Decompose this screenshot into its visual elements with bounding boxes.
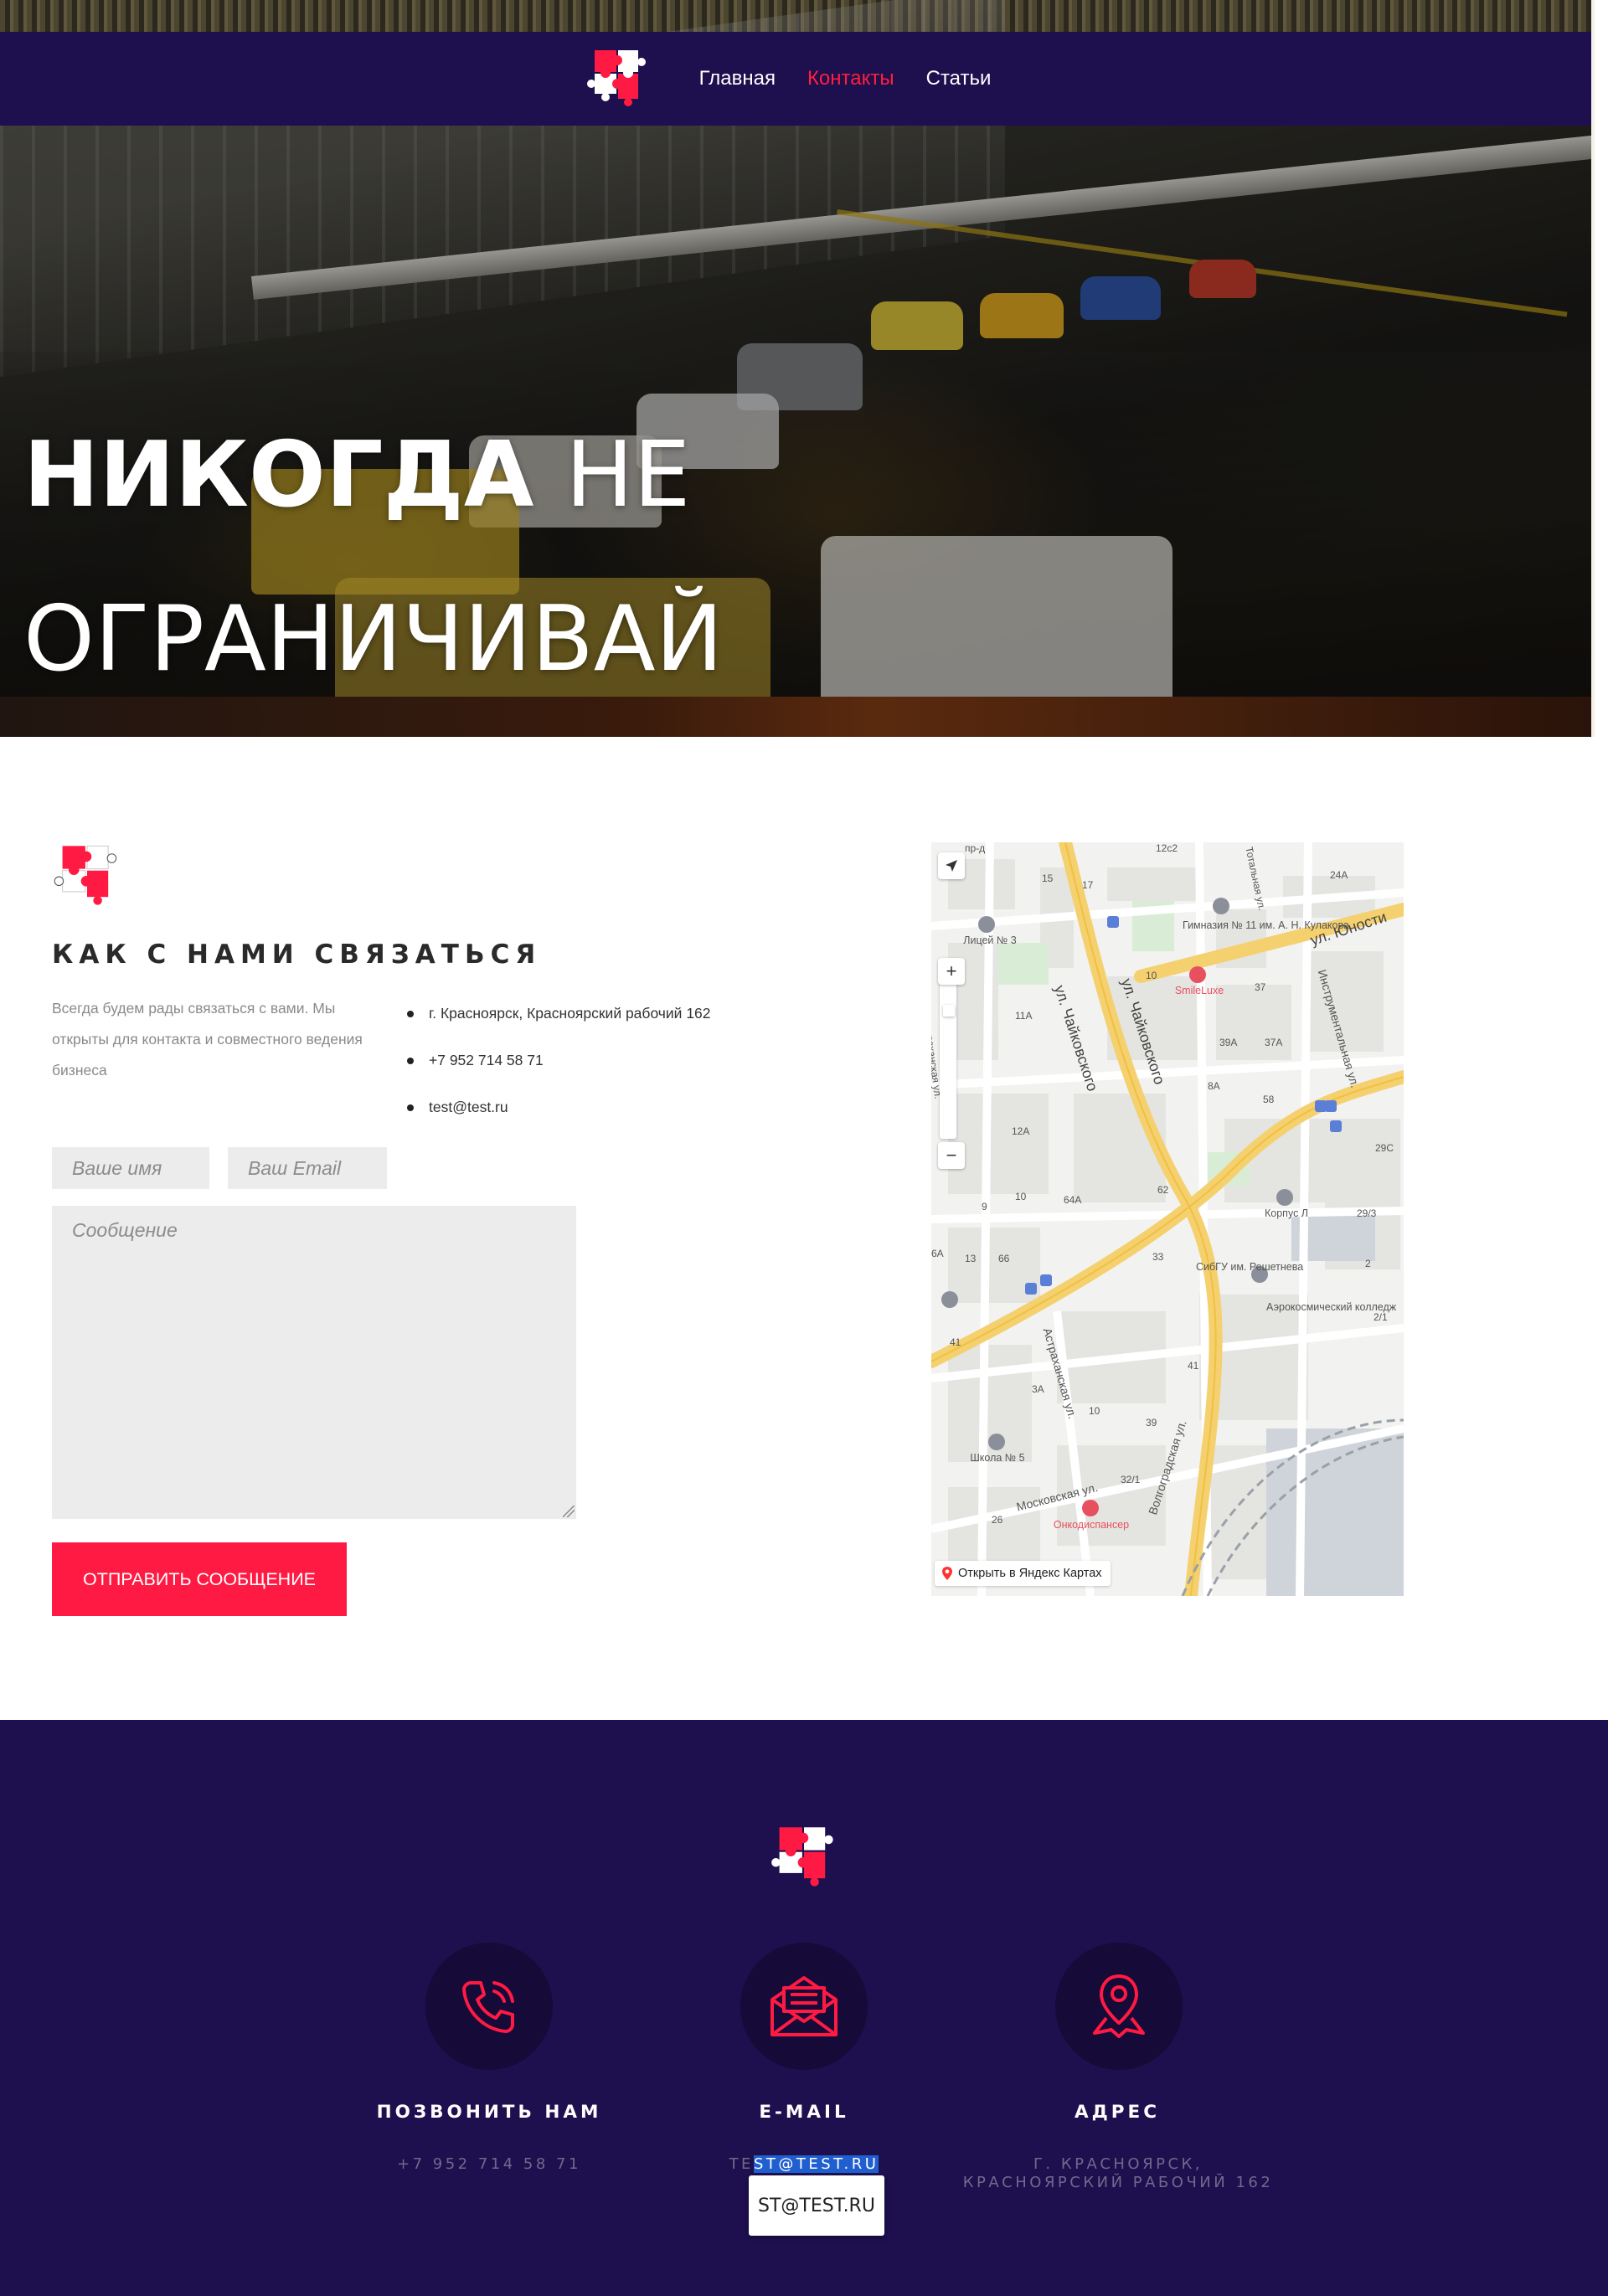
map-house-number: 3А [1032,1383,1044,1395]
map-zoom-handle[interactable] [943,1005,955,1017]
map-poi[interactable]: SmileLuxe [1169,985,1229,997]
puzzle-logo [54,845,117,905]
footer-address-line2: КРАСНОЯРСКИЙ РАБОЧИЙ 162 [962,2174,1274,2191]
contact-heading: КАК С НАМИ СВЯЗАТЬСЯ [52,940,542,970]
location-pin-icon [1093,1974,1145,2038]
map-house-number: 32/1 [1121,1474,1141,1485]
map-house-number: 37А [1265,1037,1283,1048]
contact-email[interactable]: test@test.ru [407,1099,711,1145]
map-house-number: 39 [1146,1417,1157,1429]
map-poi[interactable]: Гимназия № 11 им. А. Н. Кулакова [1183,919,1349,932]
map-poi[interactable]: СибГУ им. Решетнева [1196,1261,1303,1274]
map-house-number: 17 [1082,879,1094,891]
map-poi[interactable]: Лицей № 3 [956,934,1023,947]
map-house-number: 66 [998,1253,1010,1264]
map-locate-button[interactable] [938,852,965,879]
open-yandex-maps-label: Открыть в Яндекс Картах [958,1567,1102,1580]
footer-call-title: ПОЗВОНИТЬ НАМ [376,2102,602,2123]
map-house-number: 6А [931,1248,944,1259]
map-pin-icon [942,1567,952,1580]
name-input[interactable] [52,1147,209,1189]
phone-icon [462,1981,514,2033]
send-message-button[interactable]: Отправить сообщение [52,1542,347,1616]
hero-title-bold: НИКОГДА [23,423,534,528]
contact-phone: +7 952 714 58 71 [407,1052,711,1099]
footer-email-value[interactable]: TEST@TEST.RU [687,2155,921,2174]
map-house-number: 2/1 [1374,1311,1388,1323]
map-house-number: 2 [1365,1258,1371,1269]
footer-email-value-start: TE [729,2155,754,2173]
map-house-number: 9 [982,1201,987,1212]
contact-intro: Всегда будем рады связаться с вами. Мы о… [52,1000,363,1079]
hero-title-line2: ОГРАНИЧИВАЙ [23,587,724,692]
map-house-number: 10 [1089,1405,1100,1417]
map-zoom-in-button[interactable]: + [938,958,965,985]
map-house-number: 12с2 [1156,842,1178,854]
footer-email-value-selected: ST@TEST.RU [753,2155,879,2173]
hero-title-rest: НЕ [565,423,691,528]
map-house-number: 26 [992,1514,1003,1526]
yandex-map[interactable]: ул. Чайковского ул. Чайковского ул. Юнос… [931,842,1404,1596]
message-textarea[interactable] [52,1206,576,1519]
mail-icon-circle[interactable] [740,1943,868,2070]
plus-icon: + [946,960,957,981]
map-zoom-slider[interactable] [940,973,956,1139]
mail-icon [770,1976,838,2036]
map-house-number: 29С [1375,1142,1394,1154]
footer-address-title: АДРЕС [1074,2102,1160,2123]
map-house-number: 13 [965,1253,977,1264]
map-house-number: 62 [1157,1184,1169,1196]
footer-email-title: E-MAIL [759,2102,849,2123]
nav-link-articles[interactable]: Статьи [926,67,992,90]
map-house-number: 15 [1042,873,1054,884]
contact-address: г. Красноярск, Красноярский рабочий 162 [407,1005,711,1052]
map-house-number: 29/3 [1357,1207,1377,1219]
map-house-number: 58 [1263,1094,1275,1105]
map-house-number: 33 [1152,1251,1164,1263]
main-navbar: Главная Контакты Статьи [0,32,1591,126]
map-poi[interactable]: Онкодиспансер [1045,1519,1137,1532]
map-zoom-out-button[interactable]: − [938,1142,965,1169]
map-house-number: 37 [1255,981,1266,993]
map-poi[interactable]: Корпус Л [1255,1207,1318,1220]
open-yandex-maps-link[interactable]: Открыть в Яндекс Картах [935,1561,1111,1586]
map-house-number: 41 [1188,1360,1199,1372]
map-poi[interactable]: Аэрокосмический колледж [1266,1301,1396,1314]
textarea-resize-handle[interactable] [563,1506,575,1517]
map-house-number: 10 [1146,970,1157,981]
map-house-number: 11А [1015,1010,1033,1022]
footer-address-value: Г. КРАСНОЯРСК, КРАСНОЯРСКИЙ РАБОЧИЙ 162 [938,2155,1298,2192]
phone-icon-circle[interactable] [425,1943,553,2070]
map-house-number: 10 [1015,1191,1027,1202]
puzzle-logo[interactable] [769,1822,839,1892]
puzzle-logo[interactable] [585,45,652,112]
map-house-number: 12А [1012,1125,1030,1137]
contact-info-list: г. Красноярск, Красноярский рабочий 162 … [407,1005,711,1145]
map-house-number: 64А [1064,1194,1082,1206]
hero-title: НИКОГДА НЕ ОГРАНИЧИВАЙ [23,394,861,722]
map-street-label: пр-д [965,842,986,854]
map-poi[interactable]: Школа № 5 [965,1452,1030,1465]
minus-icon: − [946,1145,957,1166]
map-house-number: 39А [1219,1037,1238,1048]
nav-link-home[interactable]: Главная [699,67,776,90]
selection-tooltip: ST@TEST.RU [749,2175,884,2236]
map-house-number: 8А [1208,1080,1220,1092]
nav-link-contacts[interactable]: Контакты [807,67,894,90]
footer-phone-value[interactable]: +7 952 714 58 71 [372,2155,606,2174]
footer-address-line1: Г. КРАСНОЯРСК, [1033,2155,1203,2173]
email-input[interactable] [228,1147,387,1189]
navigation-arrow-icon [946,860,957,872]
map-house-number: 41 [950,1336,961,1348]
location-icon-circle[interactable] [1055,1943,1183,2070]
map-house-number: 24А [1330,869,1348,881]
